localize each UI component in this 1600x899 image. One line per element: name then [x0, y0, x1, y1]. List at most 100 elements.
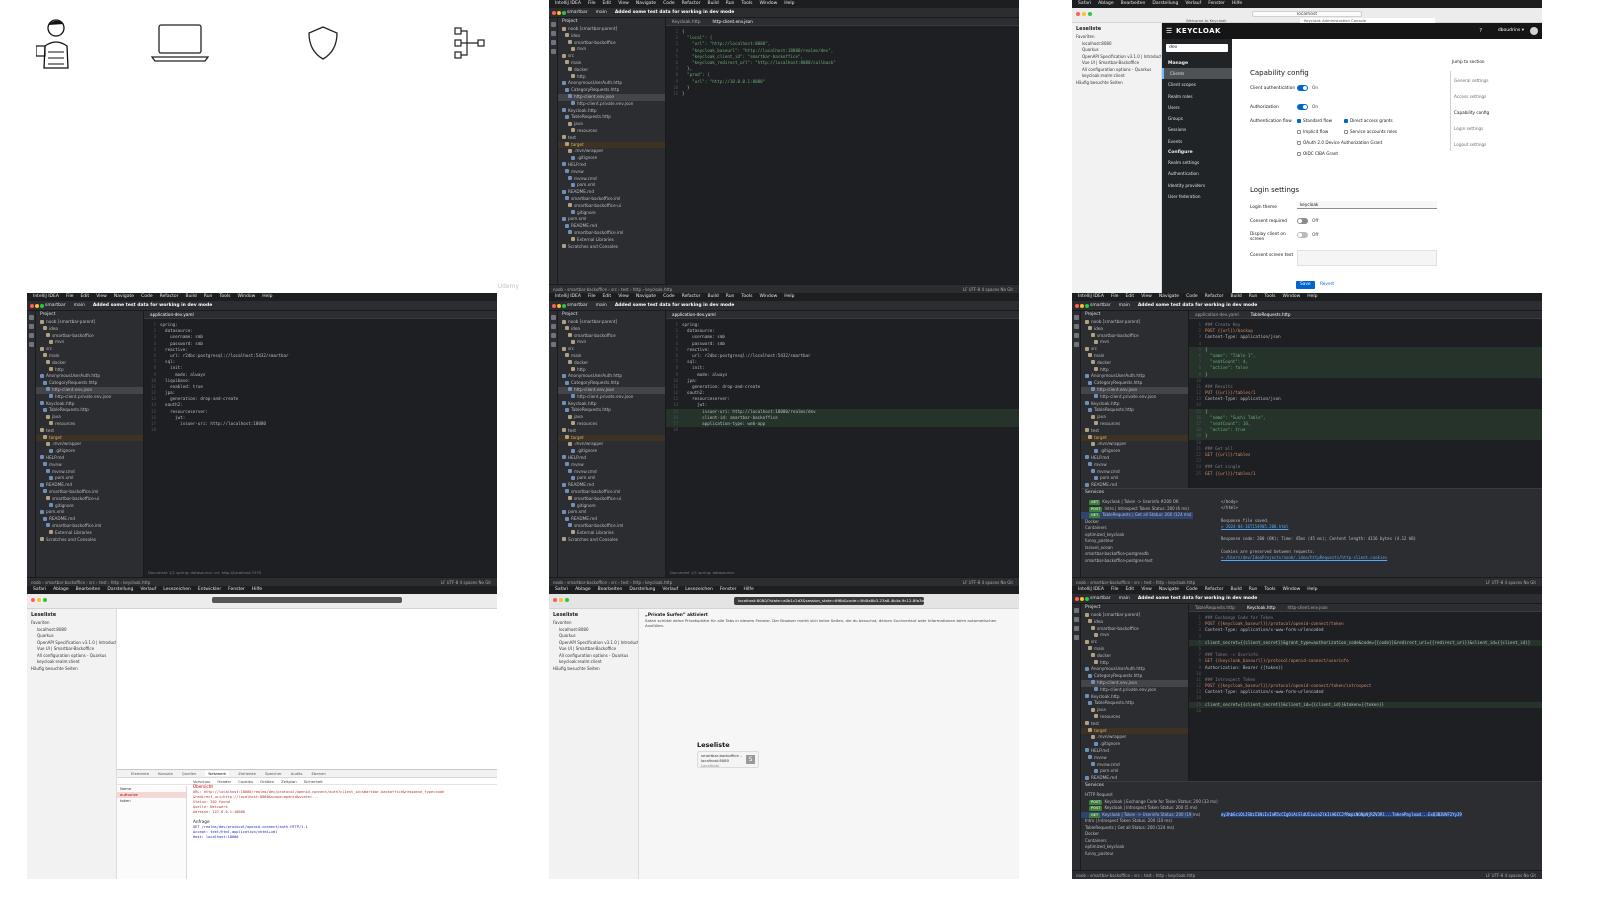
- tree-node[interactable]: smartbar-backoffice: [1081, 333, 1188, 340]
- menu-item[interactable]: Window: [760, 1, 778, 6]
- menu-item[interactable]: View: [1141, 294, 1152, 299]
- zoom-window-button[interactable]: [40, 304, 44, 308]
- tree-node[interactable]: http-client.private.env.json: [558, 394, 665, 401]
- consent-required-toggle[interactable]: [1297, 218, 1308, 224]
- menu-item[interactable]: Run: [726, 294, 735, 299]
- tree-node[interactable]: main: [558, 60, 665, 67]
- services-icon[interactable]: [551, 342, 556, 347]
- tree-node[interactable]: http: [36, 367, 143, 374]
- branch-widget[interactable]: main: [596, 303, 607, 308]
- project-icon[interactable]: [1074, 315, 1079, 320]
- help-icon[interactable]: ?: [1479, 23, 1482, 39]
- tree-node[interactable]: HELP.md: [1081, 748, 1188, 755]
- tree-node[interactable]: http: [558, 74, 665, 81]
- tree-node[interactable]: .mvn/wrapper: [558, 441, 665, 448]
- tree-node[interactable]: java: [36, 414, 143, 421]
- tree-node[interactable]: .gitignore: [1081, 741, 1188, 748]
- structure-icon[interactable]: [551, 333, 556, 338]
- branch-widget[interactable]: main: [596, 10, 607, 15]
- minimize-window-button[interactable]: [557, 11, 561, 15]
- structure-icon[interactable]: [1074, 333, 1079, 338]
- menu-item[interactable]: Tools: [1264, 587, 1275, 592]
- reading-list-item[interactable]: Häufig besuchte Seiten: [27, 666, 116, 673]
- project-widget[interactable]: smartbar: [1090, 303, 1111, 308]
- tree-node[interactable]: smartbar-backoffice: [36, 333, 143, 340]
- close-window-button[interactable]: [552, 11, 556, 15]
- menu-item[interactable]: Help: [784, 294, 794, 299]
- sidebar-item-realm-roles[interactable]: Realm roles: [1162, 91, 1232, 102]
- tree-node[interactable]: .gitignore: [558, 448, 665, 455]
- menu-item[interactable]: View: [618, 1, 629, 6]
- tree-node[interactable]: idea: [1081, 326, 1188, 333]
- tree-node[interactable]: smartbar-backoffice-ui: [558, 496, 665, 503]
- tree-node[interactable]: .gitignore: [558, 155, 665, 162]
- tree-node[interactable]: test: [558, 135, 665, 142]
- menu-item[interactable]: View: [96, 294, 107, 299]
- hamburger-menu-icon[interactable]: ☰: [1166, 23, 1172, 39]
- tree-node[interactable]: docker: [1081, 360, 1188, 367]
- tree-node[interactable]: .gitignore: [36, 448, 143, 455]
- jump-link[interactable]: Access settings: [1454, 94, 1486, 99]
- tree-node[interactable]: mvnw: [558, 169, 665, 176]
- menu-item[interactable]: Refactor: [1205, 294, 1224, 299]
- tree-node[interactable]: http-client.private.env.json: [1081, 687, 1188, 694]
- sidebar-item-user-federation[interactable]: User federation: [1162, 191, 1232, 202]
- tree-node[interactable]: http-client.env.json: [558, 93, 665, 101]
- user-menu[interactable]: dboudrins ▾: [1498, 23, 1524, 39]
- tree-node[interactable]: .mvn/wrapper: [1081, 441, 1188, 448]
- sidebar-item-users[interactable]: Users: [1162, 102, 1232, 113]
- sidebar-item-client-scopes[interactable]: Client scopes: [1162, 79, 1232, 90]
- tree-node[interactable]: AnonymousUserAuth.http: [558, 80, 665, 87]
- auth-flow-checkbox[interactable]: Direct access grants: [1344, 118, 1393, 123]
- menu-item[interactable]: Edit: [1125, 587, 1134, 592]
- tree-node[interactable]: pom.xml: [558, 182, 665, 189]
- zoom-window-button[interactable]: [562, 304, 566, 308]
- tree-node[interactable]: .mvn/wrapper: [558, 148, 665, 155]
- menu-item[interactable]: Code: [1186, 294, 1198, 299]
- service-item[interactable]: funny_pasteur: [1081, 851, 1193, 858]
- tree-node[interactable]: java: [1081, 414, 1188, 421]
- zoom-window-button[interactable]: [1085, 597, 1089, 601]
- tree-node[interactable]: Scratches and Consoles: [558, 537, 665, 544]
- project-icon[interactable]: [1074, 608, 1079, 613]
- tree-node[interactable]: Keycloak.http: [36, 401, 143, 408]
- selected-token-output[interactable]: eyJhbGciOiJSUzI1NiIsInR5cCIgOiAiSldUIiwi…: [1221, 812, 1462, 817]
- tree-node[interactable]: http: [1081, 660, 1188, 667]
- realm-selector[interactable]: dev: [1166, 44, 1228, 52]
- tree-node[interactable]: resources: [558, 128, 665, 135]
- tree-node[interactable]: mvn: [558, 339, 665, 346]
- menu-item[interactable]: File: [588, 1, 596, 6]
- menu-item[interactable]: Refactor: [682, 294, 701, 299]
- tree-node[interactable]: HELP.md: [1081, 455, 1188, 462]
- tree-node[interactable]: HELP.md: [36, 455, 143, 462]
- tree-node[interactable]: main: [1081, 353, 1188, 360]
- commit-icon[interactable]: [551, 324, 556, 329]
- reading-list-item[interactable]: Häufig besuchte Seiten: [1072, 80, 1161, 87]
- tree-node[interactable]: External Libraries: [36, 530, 143, 537]
- authorization-toggle[interactable]: [1297, 104, 1308, 110]
- editor-tab[interactable]: TableRequests.http: [1189, 604, 1241, 611]
- structure-icon[interactable]: [551, 40, 556, 45]
- menu-item[interactable]: Build: [185, 294, 196, 299]
- commit-icon[interactable]: [1074, 324, 1079, 329]
- project-icon[interactable]: [551, 22, 556, 27]
- service-item[interactable]: smartbar-backoffice-postgres-test: [1081, 558, 1193, 565]
- tree-node[interactable]: mvn: [1081, 632, 1188, 639]
- tree-node[interactable]: CategoryRequests.http: [1081, 380, 1188, 387]
- tree-node[interactable]: pom.xml: [1081, 475, 1188, 482]
- tree-node[interactable]: smartbar-backoffice: [558, 333, 665, 340]
- tree-node[interactable]: docker: [558, 67, 665, 74]
- menu-item[interactable]: Tools: [219, 294, 230, 299]
- project-widget[interactable]: smartbar: [567, 303, 588, 308]
- address-bar[interactable]: localhost:8080/?state=a0b1c2d3&session_s…: [734, 597, 924, 605]
- tree-node[interactable]: docker: [558, 360, 665, 367]
- tree-node[interactable]: http-client.env.json: [36, 386, 143, 394]
- tree-node[interactable]: smartbar-backoffice.iml: [36, 523, 143, 530]
- inspector-tab[interactable]: Konsole: [158, 771, 173, 776]
- tree-node[interactable]: pom.xml: [558, 216, 665, 223]
- tree-node[interactable]: http-client.private.env.json: [1081, 394, 1188, 401]
- sidebar-item-events[interactable]: Events: [1162, 136, 1232, 147]
- menu-item[interactable]: Refactor: [682, 1, 701, 6]
- inspector-tab[interactable]: Quellen: [182, 771, 197, 776]
- tree-node[interactable]: mvnw: [36, 462, 143, 469]
